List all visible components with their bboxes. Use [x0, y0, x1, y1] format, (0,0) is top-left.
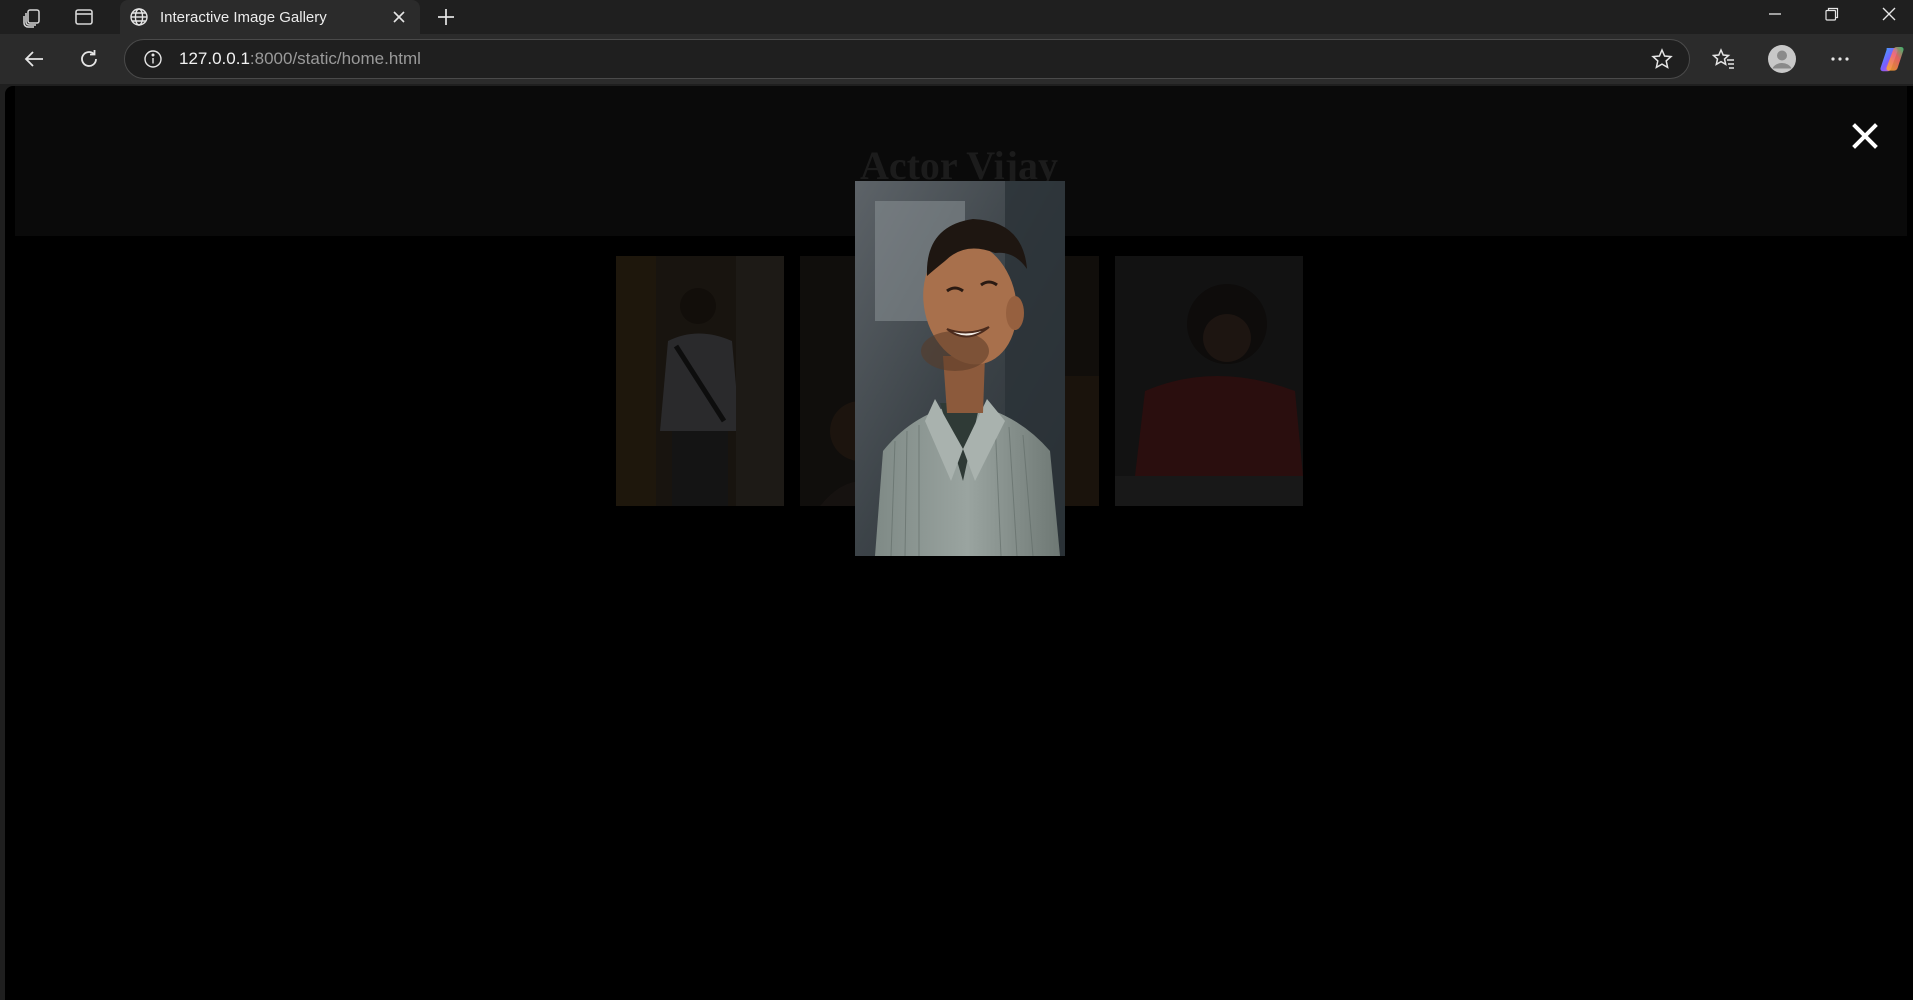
url-text[interactable]: 127.0.0.1:8000/static/home.html — [179, 49, 1649, 69]
lightbox-photo — [855, 181, 1065, 556]
new-tab-icon[interactable] — [428, 0, 464, 34]
window-close-icon[interactable] — [1860, 0, 1913, 28]
thumbnail-photo-4 — [1115, 256, 1303, 506]
address-bar[interactable]: 127.0.0.1:8000/static/home.html — [124, 39, 1690, 79]
favorite-star-icon[interactable] — [1649, 46, 1675, 72]
gallery-thumbnail-4[interactable] — [1115, 256, 1303, 506]
favorites-icon[interactable] — [1705, 40, 1743, 78]
tab-close-icon[interactable] — [388, 6, 410, 28]
browser-toolbar: 127.0.0.1:8000/static/home.html — [0, 34, 1913, 84]
tab-actions-icon[interactable] — [64, 0, 104, 34]
url-path: :8000/static/home.html — [249, 49, 421, 68]
url-host: 127.0.0.1 — [179, 49, 250, 68]
page-viewport: Actor Vijay — [5, 86, 1913, 1000]
tab-title: Interactive Image Gallery — [160, 8, 327, 26]
back-icon[interactable] — [15, 40, 53, 78]
tab-active[interactable]: Interactive Image Gallery — [120, 0, 420, 34]
lightbox-image[interactable] — [855, 181, 1065, 556]
workspaces-icon[interactable] — [12, 0, 52, 34]
minimize-icon[interactable] — [1746, 0, 1804, 28]
reload-icon[interactable] — [70, 40, 108, 78]
close-icon — [1852, 123, 1878, 149]
profile-avatar-icon[interactable] — [1763, 40, 1801, 78]
restore-icon[interactable] — [1803, 0, 1861, 28]
gallery-thumbnail-1[interactable] — [616, 256, 784, 506]
tab-strip: Interactive Image Gallery — [0, 0, 1913, 34]
lightbox-close-button[interactable] — [1845, 116, 1885, 156]
more-options-icon[interactable] — [1821, 40, 1859, 78]
thumbnail-photo-1 — [616, 256, 784, 506]
copilot-icon[interactable] — [1873, 40, 1911, 78]
globe-icon — [128, 6, 150, 28]
site-info-icon[interactable] — [143, 49, 163, 69]
